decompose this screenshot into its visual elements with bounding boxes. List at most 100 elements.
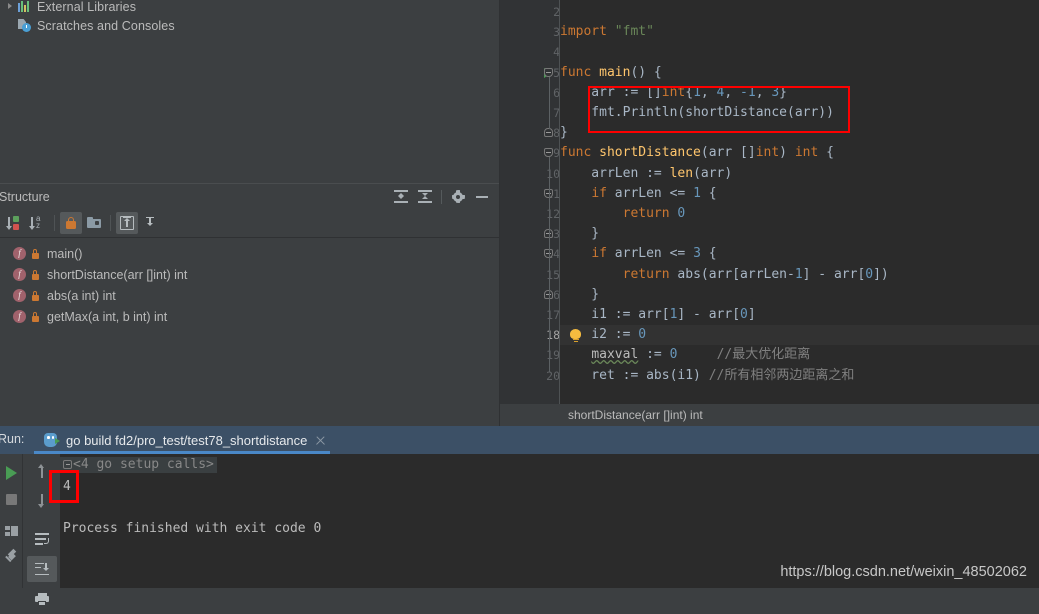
- console-exit-message: Process finished with exit code 0: [63, 521, 322, 536]
- code-line[interactable]: }: [560, 224, 1039, 244]
- pin-tab-icon[interactable]: [0, 544, 22, 570]
- rerun-icon[interactable]: [0, 460, 22, 486]
- intention-bulb-icon[interactable]: [570, 329, 581, 343]
- code-token: arrLen <=: [606, 185, 694, 201]
- code-token: 3: [693, 246, 701, 262]
- code-token: abs: [646, 367, 670, 383]
- sort-by-visibility-icon[interactable]: [4, 212, 26, 234]
- tree-item-scratches-and-consoles[interactable]: Scratches and Consoles: [0, 16, 500, 35]
- structure-item-label: abs(a int) int: [47, 288, 116, 303]
- scratches-icon: [17, 18, 32, 33]
- code-line[interactable]: }: [560, 285, 1039, 305]
- code-fold-toggle[interactable]: [544, 148, 555, 159]
- code-line[interactable]: ret := abs(i1) //所有相邻两边距离之和: [560, 366, 1039, 386]
- structure-item-getmax[interactable]: f getMax(a int, b int) int: [0, 306, 500, 327]
- show-non-public-icon[interactable]: [60, 212, 82, 234]
- code-token: arrLen <=: [606, 246, 694, 262]
- divider: [54, 215, 55, 231]
- code-line[interactable]: if arrLen <= 1 {: [560, 184, 1039, 204]
- breadcrumb[interactable]: shortDistance(arr []int) int: [500, 404, 1039, 426]
- breadcrumb-label: shortDistance(arr []int) int: [568, 408, 703, 422]
- code-token: i1 := arr[: [560, 307, 670, 322]
- line-number: 15: [546, 267, 560, 282]
- code-token: ): [779, 145, 795, 161]
- code-line[interactable]: return 0: [560, 204, 1039, 224]
- code-token: int: [755, 145, 780, 161]
- minimize-icon[interactable]: [470, 186, 494, 208]
- structure-member-list: f main() f shortDistance(arr []int) int …: [0, 238, 500, 327]
- code-fold-toggle[interactable]: [544, 249, 555, 260]
- library-bars-icon: [17, 0, 32, 14]
- group-by-folder-icon[interactable]: [83, 212, 105, 234]
- code-token: shortDistance: [599, 145, 701, 161]
- code-line[interactable]: func main() {: [560, 63, 1039, 83]
- code-token: 0: [638, 327, 647, 343]
- function-icon: f: [13, 310, 26, 323]
- close-icon[interactable]: [315, 435, 326, 446]
- code-fold-toggle[interactable]: [544, 229, 555, 239]
- stop-icon[interactable]: [0, 486, 22, 512]
- code-line[interactable]: i1 := arr[1] - arr[0]: [560, 305, 1039, 325]
- code-token: ] - arr[: [802, 266, 866, 282]
- folded-setup-calls[interactable]: <4 go setup calls>: [60, 457, 217, 473]
- layout-settings-icon[interactable]: [0, 518, 22, 544]
- code-line[interactable]: i2 := 0: [560, 325, 1039, 346]
- structure-item-abs[interactable]: f abs(a int) int: [0, 285, 500, 306]
- code-fold-toggle[interactable]: [544, 128, 555, 138]
- structure-item-label: getMax(a int, b int) int: [47, 309, 168, 324]
- line-number: 7: [553, 106, 560, 120]
- code-line[interactable]: maxval := 0 //最大优化距离: [560, 345, 1039, 365]
- code-token: () {: [630, 64, 662, 80]
- code-token: }: [560, 226, 600, 242]
- scroll-to-source-icon[interactable]: [139, 212, 161, 234]
- expand-all-icon[interactable]: [389, 186, 413, 208]
- code-editor[interactable]: 2 3 4 5 6 7 8 9 10 11 12 13 14 15 16 17 18 19 20 import "f…: [500, 0, 1039, 404]
- code-token: ]): [873, 266, 889, 282]
- fold-region-bar: [548, 258, 550, 291]
- code-line[interactable]: [560, 2, 1039, 22]
- scroll-to-end-icon[interactable]: [23, 554, 61, 584]
- editor-code-area[interactable]: import "fmt" func main() { arr := []int{1…: [560, 0, 1039, 404]
- line-number: 19: [546, 348, 560, 363]
- line-number: 10: [546, 166, 560, 181]
- divider: [110, 215, 111, 231]
- code-line[interactable]: [560, 42, 1039, 62]
- run-left-toolbar: [0, 454, 22, 588]
- code-token: int: [794, 145, 819, 161]
- project-tree-panel[interactable]: External Libraries Scratches and Console…: [0, 0, 500, 183]
- code-token: return: [622, 206, 670, 221]
- code-token: 1: [794, 266, 803, 282]
- print-icon[interactable]: [23, 584, 61, 614]
- code-fold-toggle[interactable]: [544, 188, 555, 200]
- lock-icon: [31, 311, 40, 322]
- watermark: https://blog.csdn.net/weixin_48502062: [780, 564, 1027, 580]
- code-fold-toggle[interactable]: [544, 289, 555, 299]
- code-token: if: [591, 185, 607, 201]
- tree-item-external-libraries[interactable]: External Libraries: [0, 0, 500, 16]
- scroll-from-source-icon[interactable]: [116, 212, 138, 234]
- code-line[interactable]: func shortDistance(arr []int) int {: [560, 143, 1039, 163]
- sort-alphabetically-icon[interactable]: az: [27, 212, 49, 234]
- go-gopher-run-icon: [44, 432, 60, 448]
- code-fold-toggle[interactable]: [544, 67, 555, 79]
- code-token: (arr[arrLen-: [700, 266, 795, 282]
- structure-item-main[interactable]: f main(): [0, 243, 500, 264]
- editor-gutter[interactable]: 2 3 4 5 6 7 8 9 10 11 12 13 14 15 16 17 18 19 20: [500, 0, 560, 404]
- run-tab[interactable]: go build fd2/pro_test/test78_shortdistan…: [40, 426, 326, 454]
- code-line[interactable]: arrLen := len(arr): [560, 164, 1039, 184]
- soft-wrap-icon[interactable]: [23, 524, 61, 554]
- gear-icon[interactable]: [446, 186, 470, 208]
- collapse-all-icon[interactable]: [413, 186, 437, 208]
- structure-item-shortdistance[interactable]: f shortDistance(arr []int) int: [0, 264, 500, 285]
- function-icon: f: [13, 247, 26, 260]
- code-line[interactable]: return abs(arr[arrLen-1] - arr[0]): [560, 265, 1039, 285]
- code-line[interactable]: if arrLen <= 3 {: [560, 244, 1039, 264]
- function-icon: f: [13, 268, 26, 281]
- chevron-right-icon[interactable]: [4, 0, 17, 13]
- fold-toggle-icon[interactable]: [63, 460, 72, 469]
- code-line[interactable]: import "fmt": [560, 22, 1039, 42]
